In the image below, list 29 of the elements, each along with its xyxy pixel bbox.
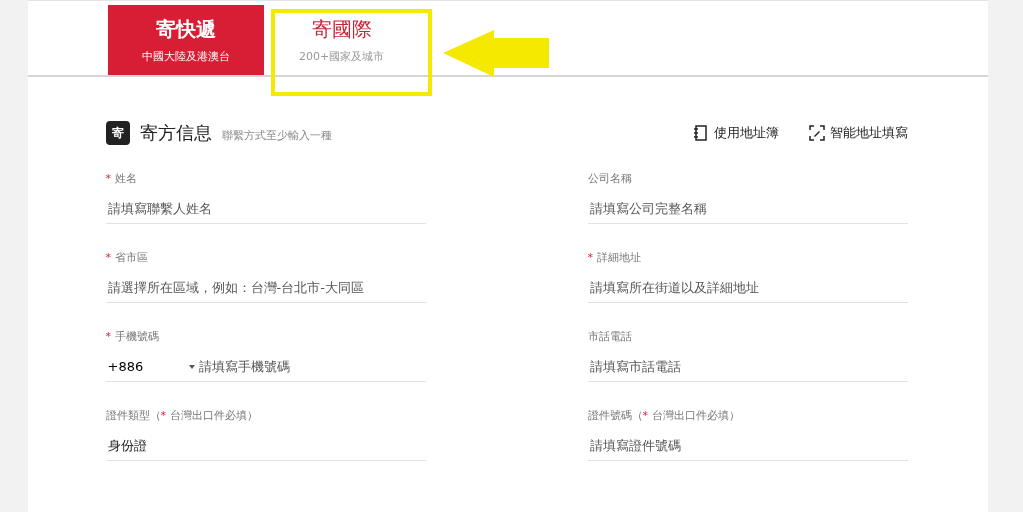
tab[interactable]: 寄快遞 中國大陸及港澳台	[107, 5, 264, 75]
notebook-icon	[692, 125, 709, 141]
arrow-icon	[443, 30, 549, 77]
caret-icon	[189, 364, 196, 369]
field-label: * 姓名	[105, 171, 138, 186]
scan-pen-icon	[808, 125, 825, 141]
field-label: 證件類型（* 台灣出口件必填）	[105, 408, 259, 423]
section-title: 寄方信息	[139, 121, 212, 145]
required-mark: *	[105, 172, 111, 185]
required-mark: *	[642, 409, 648, 422]
tab-subtitle: 中國大陸及港澳台	[141, 49, 230, 64]
required-mark: *	[587, 251, 593, 264]
action-link[interactable]: 使用地址簿	[692, 124, 779, 142]
tab[interactable]: 寄國際 200+國家及城市	[263, 5, 420, 75]
action-link[interactable]: 智能地址填寫	[808, 124, 908, 142]
required-mark: *	[105, 330, 111, 343]
field-label: 證件號碼（* 台灣出口件必填）	[587, 408, 741, 423]
required-mark: *	[105, 251, 111, 264]
field-label: 公司名稱	[587, 171, 633, 186]
field-label: 市話電話	[587, 329, 633, 344]
tab-subtitle: 200+國家及城市	[298, 49, 385, 64]
field-label: * 省市區	[105, 250, 149, 265]
tab-title: 寄快遞	[155, 16, 216, 43]
section-badge: 寄	[105, 121, 130, 145]
required-mark: *	[160, 409, 166, 422]
section-hint: 聯繫方式至少輸入一種	[221, 127, 332, 143]
field-label: * 詳細地址	[587, 250, 642, 265]
field-label: * 手機號碼	[105, 329, 160, 344]
tab-title: 寄國際	[311, 16, 372, 43]
